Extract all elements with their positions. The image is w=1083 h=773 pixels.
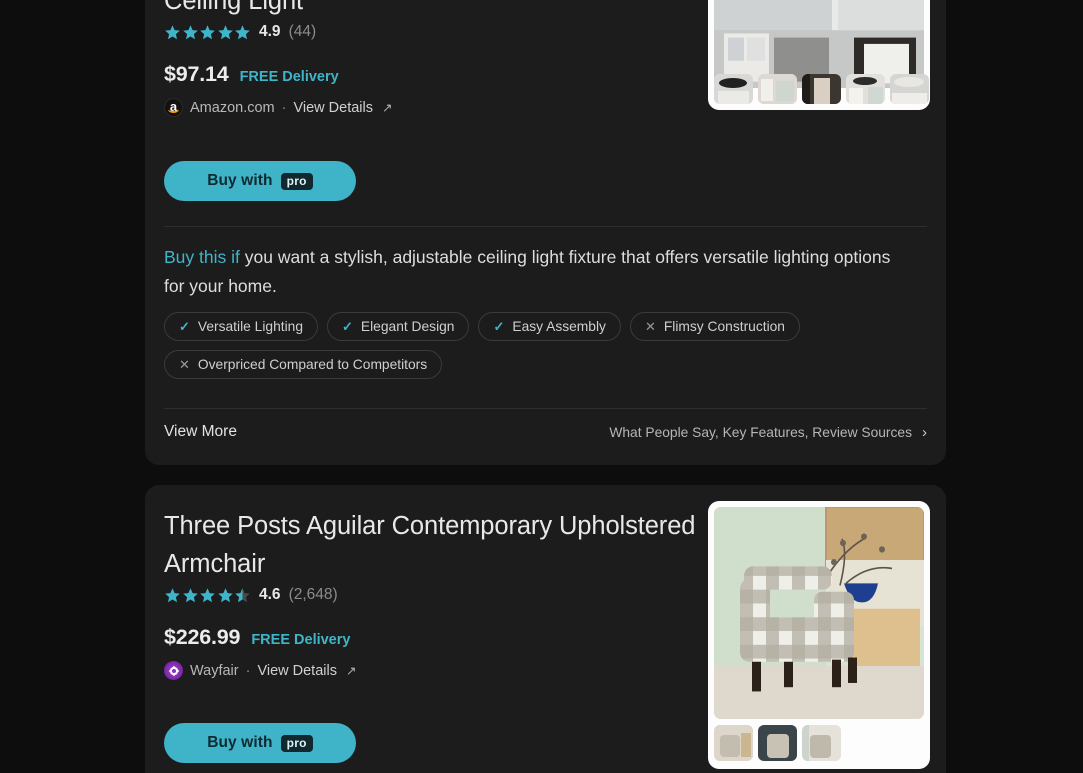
star-icon	[200, 24, 215, 39]
seller-name: Amazon.com	[190, 99, 275, 116]
chevron-right-icon: ›	[922, 423, 927, 441]
buy-this-if-section: Buy this if you want a stylish, adjustab…	[164, 243, 894, 301]
thumbnail-3[interactable]	[802, 74, 841, 104]
tag-con[interactable]: ✕ Overpriced Compared to Competitors	[164, 350, 443, 379]
page-title: Three Posts Aguilar Contemporary Upholst…	[164, 512, 696, 578]
view-more-button[interactable]: View More	[164, 423, 237, 441]
delivery-badge: FREE Delivery	[239, 69, 339, 85]
page-title: Ceiling Light	[164, 0, 304, 15]
product-price: $226.99	[164, 625, 241, 649]
product-header: Three Posts Aguilar Contemporary Upholst…	[164, 507, 724, 680]
pro-badge: pro	[280, 172, 313, 190]
divider	[164, 408, 927, 409]
divider	[164, 226, 927, 227]
product-media-panel[interactable]	[708, 0, 930, 110]
card-footer: View More What People Say, Key Features,…	[164, 423, 927, 441]
buy-with-pro-button[interactable]: Buy with pro	[164, 161, 356, 201]
footer-links-group[interactable]: What People Say, Key Features, Review So…	[609, 425, 927, 440]
view-details-link[interactable]: View Details	[257, 663, 337, 679]
thumbnail-3[interactable]	[802, 725, 841, 761]
star-icon	[217, 24, 233, 39]
buy-this-if-text: you want a stylish, adjustable ceiling l…	[164, 247, 891, 296]
star-icon	[182, 587, 198, 602]
star-icon	[235, 587, 250, 602]
thumbnail-4[interactable]	[846, 74, 885, 104]
seller-row[interactable]: a Amazon.com · View Details ↗	[164, 98, 724, 117]
star-rating-icons	[164, 24, 251, 41]
star-rating-icons	[164, 587, 251, 604]
star-icon	[200, 587, 215, 602]
star-icon	[235, 24, 250, 39]
check-icon: ✓	[342, 318, 353, 334]
thumbnail-2[interactable]	[758, 725, 797, 761]
rating-count: (44)	[288, 23, 317, 40]
product-header: Ceiling Light 4.9 (44) $97.14 FREE Deliv…	[164, 0, 724, 117]
wayfair-icon	[164, 661, 183, 680]
view-details-link[interactable]: View Details	[293, 100, 373, 116]
pro-badge: pro	[280, 734, 313, 752]
check-icon: ✓	[179, 318, 190, 334]
buy-button-label: Buy with	[207, 734, 273, 751]
price-row: $226.99 FREE Delivery	[164, 625, 724, 650]
tag-label: Easy Assembly	[512, 319, 606, 334]
shopping-results-page: Ceiling Light 4.9 (44) $97.14 FREE Deliv…	[0, 0, 1083, 773]
thumbnail-2[interactable]	[758, 74, 797, 104]
tag-label: Versatile Lighting	[197, 319, 303, 334]
tag-label: Flimsy Construction	[663, 319, 785, 334]
rating-row: 4.9 (44)	[164, 23, 724, 41]
buy-button-label: Buy with	[207, 172, 273, 189]
separator: ·	[281, 99, 287, 116]
rating-row: 4.6 (2,648)	[164, 586, 724, 604]
tag-label: Overpriced Compared to Competitors	[197, 357, 428, 372]
tag-pro[interactable]: ✓ Easy Assembly	[478, 312, 621, 341]
thumbnail-strip[interactable]	[714, 725, 924, 761]
thumbnail-1[interactable]	[714, 74, 753, 104]
thumbnail-strip[interactable]	[714, 74, 929, 104]
external-link-icon: ↗	[382, 101, 393, 115]
price-row: $97.14 FREE Delivery	[164, 62, 724, 87]
close-icon: ✕	[644, 318, 656, 334]
tag-label: Elegant Design	[360, 319, 455, 334]
star-icon	[165, 587, 180, 602]
star-icon	[217, 587, 233, 602]
star-icon	[182, 24, 198, 39]
star-icon	[165, 24, 180, 39]
pros-cons-tag-list: ✓ Versatile Lighting ✓ Elegant Design ✓ Easy …	[164, 312, 924, 379]
check-icon: ✓	[493, 318, 505, 334]
product-price: $97.14	[164, 62, 229, 86]
product-hero-image	[714, 507, 924, 719]
footer-links-label: What People Say, Key Features, Review So…	[609, 424, 912, 440]
buy-with-pro-button[interactable]: Buy with pro	[164, 723, 356, 763]
rating-value: 4.9	[259, 23, 281, 40]
rating-value: 4.6	[259, 586, 281, 603]
tag-pro[interactable]: ✓ Elegant Design	[327, 312, 470, 341]
tag-con[interactable]: ✕ Flimsy Construction	[629, 312, 800, 341]
amazon-icon: a	[164, 98, 183, 117]
product-card-armchair[interactable]: Three Posts Aguilar Contemporary Upholst…	[145, 485, 946, 773]
seller-row[interactable]: Wayfair · View Details ↗	[164, 661, 724, 680]
close-icon: ✕	[179, 356, 190, 372]
product-card-ceiling-light[interactable]: Ceiling Light 4.9 (44) $97.14 FREE Deliv…	[145, 0, 946, 465]
product-media-panel[interactable]	[708, 501, 930, 769]
delivery-badge: FREE Delivery	[251, 632, 351, 648]
external-link-icon: ↗	[345, 664, 357, 678]
tag-pro[interactable]: ✓ Versatile Lighting	[164, 312, 318, 341]
seller-name: Wayfair	[190, 662, 239, 679]
rating-count: (2,648)	[288, 586, 338, 603]
buy-this-if-lead: Buy this if	[164, 247, 240, 267]
thumbnail-1[interactable]	[714, 725, 753, 761]
separator: ·	[245, 662, 251, 679]
thumbnail-5[interactable]	[890, 74, 929, 104]
